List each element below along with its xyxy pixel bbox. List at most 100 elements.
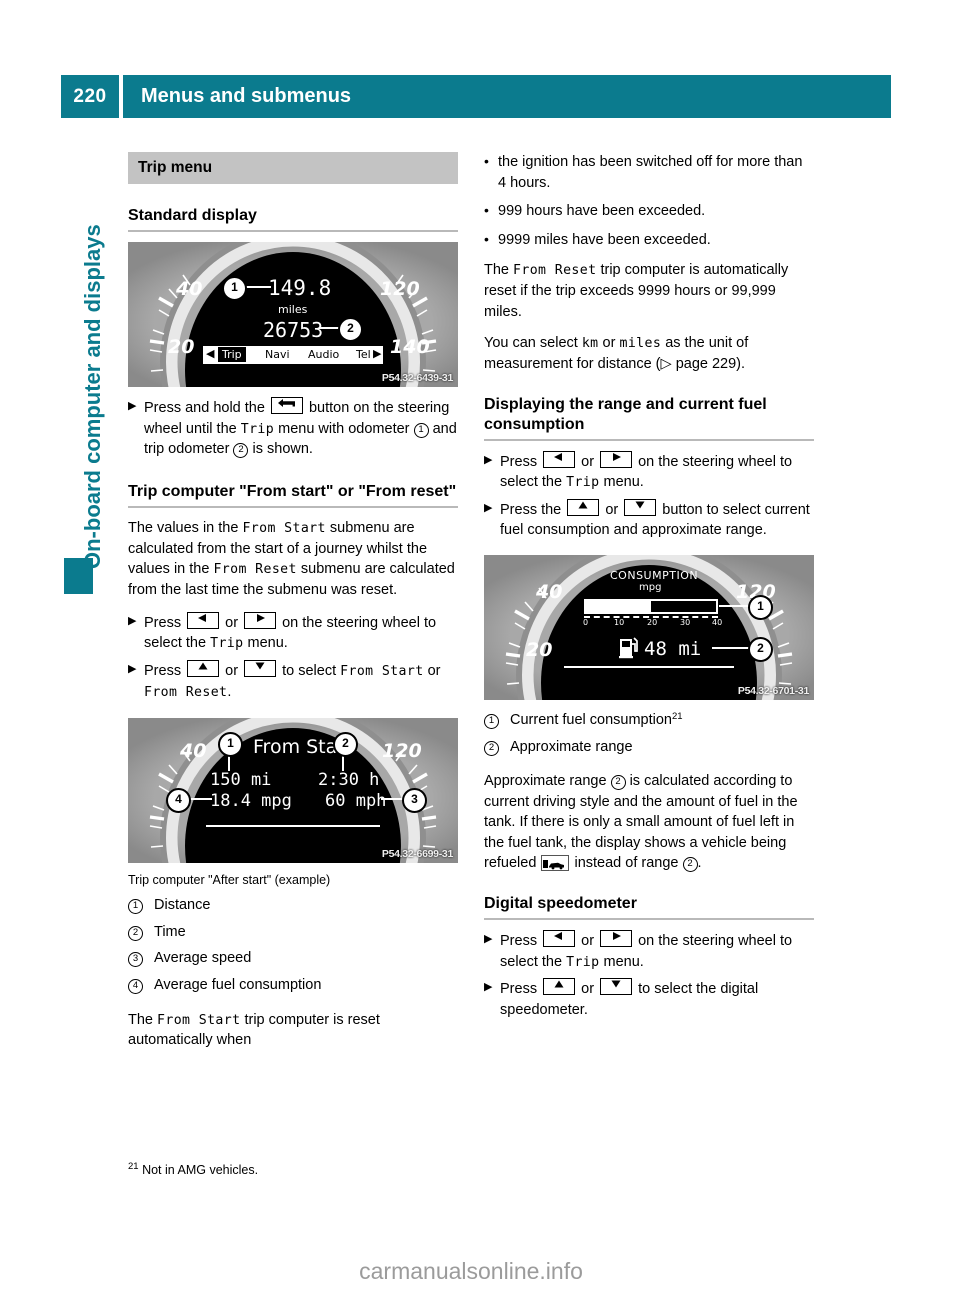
step-text-post3: is shown. — [252, 441, 313, 458]
up-arrow-key-icon[interactable] — [543, 978, 576, 996]
menu-scroll-right-icon: ▶ — [373, 347, 382, 360]
scale-20: 20 — [647, 617, 658, 627]
legend-label: Distance — [154, 897, 211, 914]
trip-distance-value: 150 mi — [210, 770, 272, 791]
step-select-from-start-or-reset: ▶ Press or to select From Start or From … — [128, 659, 458, 702]
legend-label: Time — [154, 923, 186, 940]
menu-item-tel[interactable]: Tel — [356, 348, 371, 361]
scale-0: 0 — [583, 617, 589, 627]
submenu-from-start: From Start — [340, 663, 424, 679]
submenu-from-reset: From Reset — [213, 562, 297, 578]
step-text-or: or — [581, 933, 595, 950]
list-item: • 9999 miles have been exceeded. — [484, 230, 814, 251]
up-arrow-key-icon[interactable] — [567, 498, 600, 516]
step-arrow-icon: ▶ — [484, 501, 493, 514]
left-arrow-key-icon[interactable] — [187, 611, 220, 629]
right-arrow-key-icon[interactable] — [600, 450, 633, 468]
heading-displaying-range: Displaying the range and current fuel co… — [484, 395, 767, 433]
scale-40: 40 — [712, 617, 723, 627]
list-item: 3 Average speed — [128, 948, 458, 969]
list-item: 4 Average fuel consumption — [128, 975, 458, 996]
down-arrow-key-icon[interactable] — [244, 659, 277, 677]
legend-label: Approximate range — [510, 738, 633, 755]
menu-item-audio[interactable]: Audio — [308, 348, 339, 361]
para-units-p4[interactable]: page 229). — [676, 356, 745, 372]
step-text-post: menu. — [247, 635, 288, 652]
right-column: • the ignition has been switched off for… — [484, 152, 814, 1027]
legend-label: Average speed — [154, 950, 252, 967]
callout-1: 1 — [748, 594, 773, 620]
submenu-from-start: From Start — [157, 1012, 241, 1028]
fuel-pump-icon — [619, 637, 638, 659]
step-arrow-icon: ▶ — [128, 614, 137, 627]
range-value: 48 mi — [644, 637, 702, 660]
list-item: • the ignition has been switched off for… — [484, 152, 814, 193]
ref-callout-2: 2 — [233, 443, 249, 459]
menu-item-navi[interactable]: Navi — [265, 348, 290, 361]
dial-tick-40: 40 — [176, 278, 203, 300]
consumption-bar-fill — [586, 600, 651, 612]
left-arrow-key-icon[interactable] — [543, 930, 576, 948]
step-text-post: . — [227, 683, 232, 700]
footnote-marker: 21 — [672, 710, 683, 722]
submenu-from-reset: From Reset — [513, 263, 597, 279]
page-footnote: 21 Not in AMG vehicles. — [128, 1161, 258, 1177]
vehicle-refueling-icon — [541, 855, 570, 872]
step-arrow-icon: ▶ — [484, 453, 493, 466]
list-item: 1 Current fuel consumption21 — [484, 710, 814, 731]
step-text-post: menu. — [603, 474, 644, 491]
step-text-pre: Press — [500, 933, 538, 950]
figure-from-start: 40 120 From Start 150 mi 2:30 h 18.4 mpg… — [128, 718, 458, 864]
step-select-trip-menu-left: ▶ Press or on the steering wheel to sele… — [128, 611, 458, 654]
step-select-trip-menu-right: ▶ Press or on the steering wheel to sele… — [484, 450, 814, 493]
list-item: 2 Approximate range — [484, 737, 814, 758]
callout-1-line — [719, 604, 751, 607]
ref-callout-2b: 2 — [682, 857, 698, 873]
down-arrow-key-icon[interactable] — [600, 978, 633, 996]
para-approximate-range: Approximate range 2 is calculated accord… — [484, 771, 814, 874]
menu-scroll-left-icon: ◀ — [206, 347, 215, 360]
para-range-p1: Approximate range — [484, 773, 607, 790]
para-from-reset-p1: The — [484, 262, 509, 279]
legend-label: Average fuel consumption — [154, 977, 322, 994]
menu-item-trip[interactable]: Trip — [218, 347, 246, 362]
callout-2: 2 — [748, 636, 773, 662]
footnote-marker: 21 — [128, 1161, 139, 1172]
chapter-label: On-board computer and displays — [80, 224, 105, 569]
manual-page: 220 Menus and submenus On-board computer… — [0, 0, 960, 1302]
ref-callout-1: 1 — [413, 422, 429, 438]
trip-odometer-value: 26753 — [263, 318, 324, 342]
step-text-pre: Press and hold the — [144, 400, 265, 416]
step-text-or: or — [581, 453, 595, 470]
list-item: 1 Distance — [128, 895, 458, 916]
ref-callout-2: 2 — [610, 775, 626, 791]
step-arrow-icon: ▶ — [484, 933, 493, 946]
legend-number: 1 — [484, 710, 510, 731]
right-arrow-key-icon[interactable] — [600, 930, 633, 948]
heading-rule-4 — [484, 918, 814, 921]
left-arrow-key-icon[interactable] — [543, 450, 576, 468]
bullet-icon: • — [484, 202, 489, 219]
page-title: Menus and submenus — [119, 75, 891, 118]
legend-consumption: 1 Current fuel consumption21 2 Approxima… — [484, 710, 814, 757]
dial-tick-140: 140 — [390, 336, 430, 358]
up-arrow-key-icon[interactable] — [187, 659, 220, 677]
para-units-p2: or — [602, 335, 616, 352]
para-from-reset: The From Reset trip computer is automati… — [484, 260, 814, 322]
right-arrow-key-icon[interactable] — [244, 611, 277, 629]
figure-code: P54.32-6439-31 — [381, 372, 453, 384]
step-text-post1: menu with odometer — [278, 420, 410, 437]
trip-speed-value: 60 mph — [325, 791, 387, 812]
heading-rule-2 — [128, 505, 458, 508]
consumption-title: CONSUMPTION — [610, 568, 699, 582]
bullet-text: the ignition has been switched off for m… — [498, 154, 803, 191]
para-values-p1: The values in the — [128, 519, 239, 536]
callout-1: 1 — [222, 276, 247, 301]
odometer-unit: miles — [278, 303, 308, 316]
step-text-or: or — [581, 981, 595, 998]
submenu-from-start: From Start — [242, 520, 326, 536]
down-arrow-key-icon[interactable] — [624, 498, 657, 516]
back-arrow-key-icon[interactable] — [270, 397, 303, 414]
para-reset: The From Start trip computer is reset au… — [128, 1010, 458, 1051]
step-arrow-icon: ▶ — [484, 981, 493, 994]
